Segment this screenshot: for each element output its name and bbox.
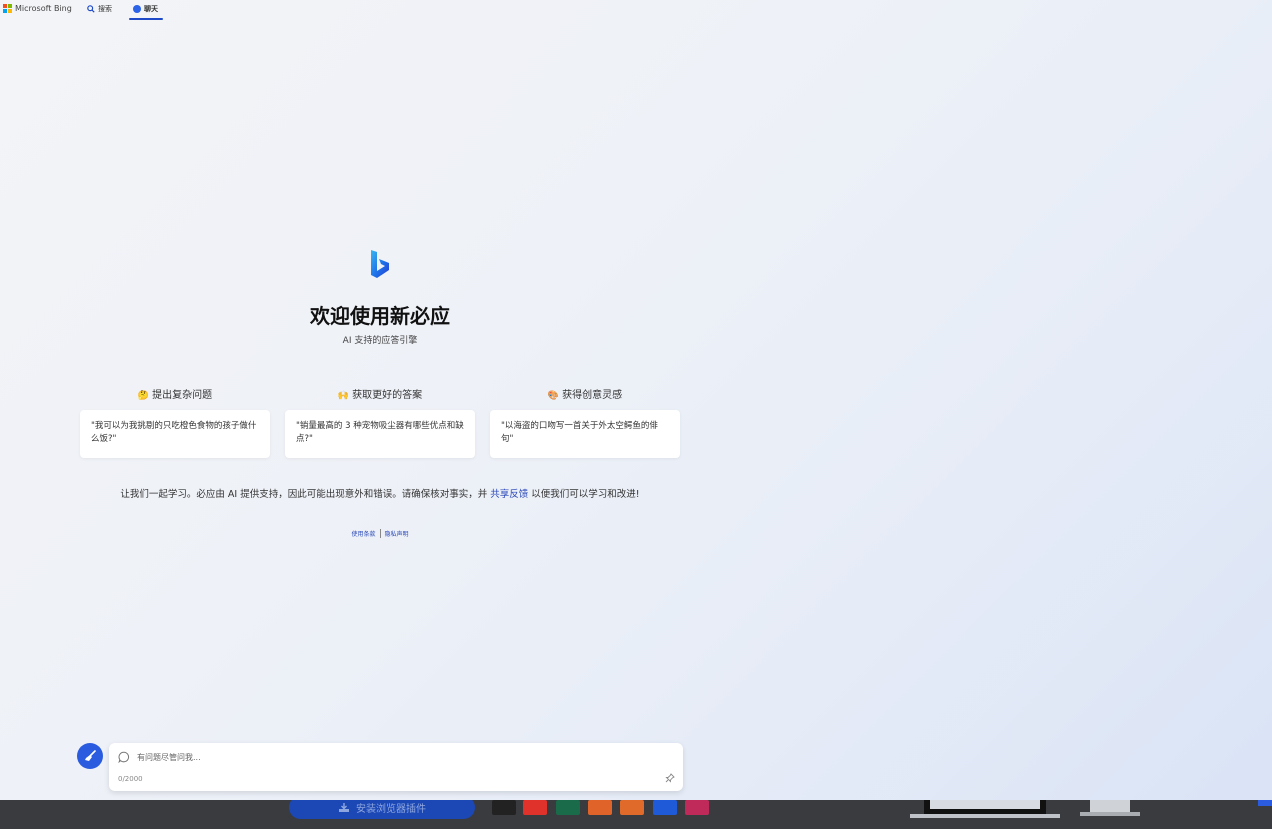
- nav-search[interactable]: 搜索: [87, 3, 112, 15]
- chat-bubble-icon: [118, 751, 130, 763]
- character-counter: 0/2000: [118, 775, 143, 783]
- app-icon[interactable]: [588, 800, 612, 815]
- nav-chat[interactable]: 聊天: [133, 3, 158, 15]
- legal-links: 使用条款 隐私声明: [330, 529, 430, 538]
- thinking-face-icon: 🤔: [137, 391, 150, 401]
- divider: [379, 529, 381, 538]
- column-heading-text: 获取更好的答案: [352, 390, 423, 401]
- top-nav: Microsoft Bing 搜索 聊天: [0, 0, 300, 20]
- example-card-complex[interactable]: "我可以为我挑剔的只吃橙色食物的孩子做什么饭?": [80, 410, 270, 458]
- column-heading-text: 获得创意灵感: [562, 390, 623, 401]
- example-card-creative[interactable]: "以海盗的口吻写一首关于外太空鳄鱼的俳句": [490, 410, 680, 458]
- install-extension-label: 安装浏览器插件: [356, 804, 426, 815]
- microsoft-bing-logo[interactable]: Microsoft Bing: [3, 4, 72, 13]
- behance-icon[interactable]: [653, 800, 677, 815]
- download-icon: [339, 802, 349, 812]
- side-tab: [1258, 800, 1272, 806]
- install-extension-button[interactable]: 安装浏览器插件: [289, 800, 475, 819]
- privacy-link[interactable]: 隐私声明: [385, 529, 409, 538]
- share-feedback-link[interactable]: 共享反馈: [490, 489, 528, 500]
- brand-name: Microsoft Bing: [15, 4, 72, 13]
- monitor-stand-image: [1080, 800, 1140, 816]
- chat-input[interactable]: [135, 749, 659, 765]
- terms-link[interactable]: 使用条款: [351, 529, 375, 538]
- palette-icon: 🎨: [547, 391, 560, 401]
- github-icon[interactable]: [492, 800, 516, 815]
- example-card-better[interactable]: "销量最高的 3 种宠物吸尘器有哪些优点和缺点?": [285, 410, 475, 458]
- column-heading-better: 🙌 获取更好的答案: [285, 386, 475, 401]
- underlying-page-strip: 安装浏览器插件: [0, 800, 1272, 829]
- microsoft-logo-icon: [3, 4, 12, 13]
- nav-chat-label: 聊天: [144, 5, 158, 13]
- disclaimer: 让我们一起学习。必应由 AI 提供支持，因此可能出现意外和错误。请确保核对事实，…: [80, 486, 680, 500]
- column-heading-text: 提出复杂问题: [152, 390, 213, 401]
- nav-search-label: 搜索: [98, 5, 112, 13]
- broom-icon: [85, 750, 96, 761]
- bing-logo-icon: [371, 250, 389, 278]
- raised-hands-icon: 🙌: [337, 391, 350, 401]
- csdn-icon[interactable]: [523, 800, 547, 815]
- search-icon: [87, 5, 95, 13]
- pin-icon[interactable]: [665, 773, 675, 783]
- app-icon[interactable]: [685, 800, 709, 815]
- disclaimer-text: 让我们一起学习。必应由 AI 提供支持，因此可能出现意外和错误。请确保核对事实，…: [120, 489, 488, 500]
- app-icon[interactable]: [556, 800, 580, 815]
- page-subtitle: AI 支持的应答引擎: [342, 336, 418, 346]
- chat-composer: 0/2000: [109, 743, 683, 791]
- disclaimer-text-end: 以便我们可以学习和改进!: [531, 489, 640, 500]
- producthunt-icon[interactable]: [620, 800, 644, 815]
- column-heading-creative: 🎨 获得创意灵感: [490, 386, 680, 401]
- column-heading-complex: 🤔 提出复杂问题: [80, 386, 270, 401]
- new-topic-button[interactable]: [77, 743, 103, 769]
- active-tab-indicator: [129, 18, 163, 20]
- laptop-image: [910, 800, 1060, 818]
- chat-icon: [133, 5, 141, 13]
- page-title: 欢迎使用新必应: [310, 304, 450, 328]
